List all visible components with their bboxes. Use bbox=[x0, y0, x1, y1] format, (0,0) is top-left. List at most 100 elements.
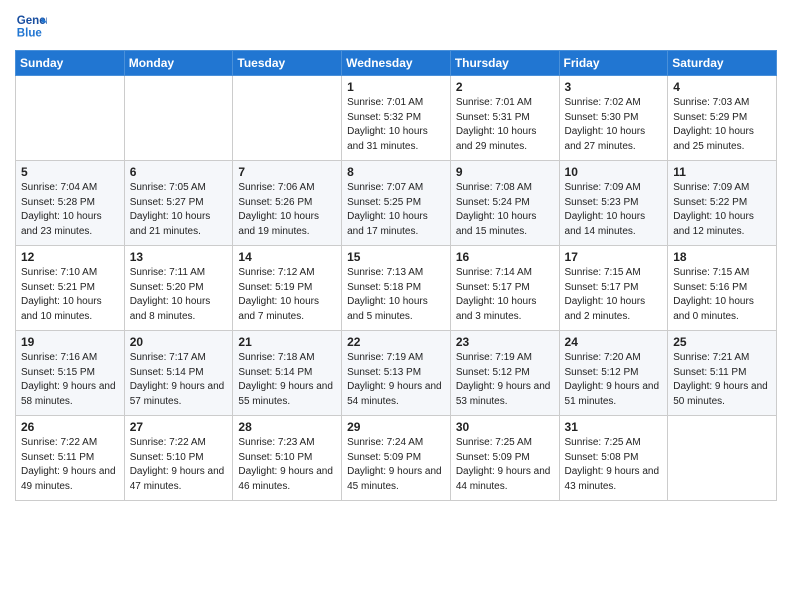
day-info: Sunrise: 7:22 AMSunset: 5:10 PMDaylight:… bbox=[130, 436, 228, 494]
day-info: Sunrise: 7:02 AMSunset: 5:30 PMDaylight:… bbox=[565, 96, 663, 154]
day-info: Sunrise: 7:17 AMSunset: 5:14 PMDaylight:… bbox=[130, 351, 228, 409]
calendar-cell: 17Sunrise: 7:15 AMSunset: 5:17 PMDayligh… bbox=[559, 246, 668, 331]
calendar-cell: 3 Sunrise: 7:02 AMSunset: 5:30 PMDaylight… bbox=[559, 76, 668, 161]
day-info: Sunrise: 7:07 AMSunset: 5:25 PMDaylight:… bbox=[347, 181, 445, 239]
day-info: Sunrise: 7:09 AMSunset: 5:23 PMDaylight:… bbox=[565, 181, 663, 239]
calendar-cell: 23Sunrise: 7:19 AMSunset: 5:12 PMDayligh… bbox=[450, 331, 559, 416]
calendar-cell: 26Sunrise: 7:22 AMSunset: 5:11 PMDayligh… bbox=[16, 416, 125, 501]
day-number: 1 bbox=[347, 80, 445, 94]
week-row-5: 26Sunrise: 7:22 AMSunset: 5:11 PMDayligh… bbox=[16, 416, 777, 501]
calendar-cell: 21 Sunrise: 7:18 AMSunset: 5:14 PMDayligh… bbox=[233, 331, 342, 416]
day-number: 12 bbox=[21, 250, 119, 264]
day-number: 3 bbox=[565, 80, 663, 94]
day-info: Sunrise: 7:20 AMSunset: 5:12 PMDaylight:… bbox=[565, 351, 663, 409]
day-number: 13 bbox=[130, 250, 228, 264]
calendar-cell bbox=[233, 76, 342, 161]
day-number: 16 bbox=[456, 250, 554, 264]
day-number: 2 bbox=[456, 80, 554, 94]
day-number: 4 bbox=[673, 80, 771, 94]
calendar-table: SundayMondayTuesdayWednesdayThursdayFrid… bbox=[15, 50, 777, 501]
calendar-cell: 14Sunrise: 7:12 AMSunset: 5:19 PMDayligh… bbox=[233, 246, 342, 331]
day-number: 18 bbox=[673, 250, 771, 264]
day-number: 8 bbox=[347, 165, 445, 179]
weekday-header-saturday: Saturday bbox=[668, 51, 777, 76]
calendar-cell: 10 Sunrise: 7:09 AMSunset: 5:23 PMDayligh… bbox=[559, 161, 668, 246]
day-info: Sunrise: 7:04 AMSunset: 5:28 PMDaylight:… bbox=[21, 181, 119, 239]
day-info: Sunrise: 7:16 AMSunset: 5:15 PMDaylight:… bbox=[21, 351, 119, 409]
day-number: 15 bbox=[347, 250, 445, 264]
day-info: Sunrise: 7:10 AMSunset: 5:21 PMDaylight:… bbox=[21, 266, 119, 324]
svg-text:Blue: Blue bbox=[17, 28, 43, 40]
day-number: 24 bbox=[565, 335, 663, 349]
calendar-cell: 12 Sunrise: 7:10 AMSunset: 5:21 PMDayligh… bbox=[16, 246, 125, 331]
calendar-cell: 9Sunrise: 7:08 AMSunset: 5:24 PMDaylight… bbox=[450, 161, 559, 246]
calendar-cell: 24 Sunrise: 7:20 AMSunset: 5:12 PMDayligh… bbox=[559, 331, 668, 416]
day-info: Sunrise: 7:11 AMSunset: 5:20 PMDaylight:… bbox=[130, 266, 228, 324]
calendar-cell: 25 Sunrise: 7:21 AMSunset: 5:11 PMDayligh… bbox=[668, 331, 777, 416]
day-number: 29 bbox=[347, 420, 445, 434]
weekday-header-friday: Friday bbox=[559, 51, 668, 76]
day-number: 31 bbox=[565, 420, 663, 434]
header: General Blue bbox=[15, 10, 777, 42]
day-info: Sunrise: 7:01 AMSunset: 5:32 PMDaylight:… bbox=[347, 96, 445, 154]
week-row-3: 12 Sunrise: 7:10 AMSunset: 5:21 PMDayligh… bbox=[16, 246, 777, 331]
day-info: Sunrise: 7:15 AMSunset: 5:16 PMDaylight:… bbox=[673, 266, 771, 324]
day-info: Sunrise: 7:15 AMSunset: 5:17 PMDaylight:… bbox=[565, 266, 663, 324]
day-number: 23 bbox=[456, 335, 554, 349]
weekday-header-monday: Monday bbox=[124, 51, 233, 76]
calendar-cell: 31 Sunrise: 7:25 AMSunset: 5:08 PMDayligh… bbox=[559, 416, 668, 501]
calendar-cell bbox=[16, 76, 125, 161]
day-info: Sunrise: 7:25 AMSunset: 5:08 PMDaylight:… bbox=[565, 436, 663, 494]
calendar-cell: 4 Sunrise: 7:03 AMSunset: 5:29 PMDaylight… bbox=[668, 76, 777, 161]
day-info: Sunrise: 7:01 AMSunset: 5:31 PMDaylight:… bbox=[456, 96, 554, 154]
week-row-4: 19 Sunrise: 7:16 AMSunset: 5:15 PMDayligh… bbox=[16, 331, 777, 416]
day-info: Sunrise: 7:24 AMSunset: 5:09 PMDaylight:… bbox=[347, 436, 445, 494]
calendar-cell: 11Sunrise: 7:09 AMSunset: 5:22 PMDayligh… bbox=[668, 161, 777, 246]
day-info: Sunrise: 7:05 AMSunset: 5:27 PMDaylight:… bbox=[130, 181, 228, 239]
day-number: 7 bbox=[238, 165, 336, 179]
calendar-cell: 6 Sunrise: 7:05 AMSunset: 5:27 PMDaylight… bbox=[124, 161, 233, 246]
calendar-cell: 1 Sunrise: 7:01 AMSunset: 5:32 PMDaylight… bbox=[342, 76, 451, 161]
day-info: Sunrise: 7:13 AMSunset: 5:18 PMDaylight:… bbox=[347, 266, 445, 324]
day-number: 28 bbox=[238, 420, 336, 434]
calendar-cell: 19 Sunrise: 7:16 AMSunset: 5:15 PMDayligh… bbox=[16, 331, 125, 416]
calendar-cell bbox=[668, 416, 777, 501]
calendar-cell: 30 Sunrise: 7:25 AMSunset: 5:09 PMDayligh… bbox=[450, 416, 559, 501]
weekday-header-thursday: Thursday bbox=[450, 51, 559, 76]
calendar-cell: 5 Sunrise: 7:04 AMSunset: 5:28 PMDaylight… bbox=[16, 161, 125, 246]
day-number: 27 bbox=[130, 420, 228, 434]
day-number: 19 bbox=[21, 335, 119, 349]
day-number: 6 bbox=[130, 165, 228, 179]
day-number: 21 bbox=[238, 335, 336, 349]
calendar-cell: 27 Sunrise: 7:22 AMSunset: 5:10 PMDayligh… bbox=[124, 416, 233, 501]
calendar-cell: 20 Sunrise: 7:17 AMSunset: 5:14 PMDayligh… bbox=[124, 331, 233, 416]
calendar-page: General Blue SundayMondayTuesdayWednesda… bbox=[0, 0, 792, 511]
weekday-header-row: SundayMondayTuesdayWednesdayThursdayFrid… bbox=[16, 51, 777, 76]
calendar-cell: 8 Sunrise: 7:07 AMSunset: 5:25 PMDaylight… bbox=[342, 161, 451, 246]
day-number: 11 bbox=[673, 165, 771, 179]
day-number: 30 bbox=[456, 420, 554, 434]
day-info: Sunrise: 7:19 AMSunset: 5:13 PMDaylight:… bbox=[347, 351, 445, 409]
day-info: Sunrise: 7:08 AMSunset: 5:24 PMDaylight:… bbox=[456, 181, 554, 239]
calendar-cell bbox=[124, 76, 233, 161]
calendar-cell: 15 Sunrise: 7:13 AMSunset: 5:18 PMDayligh… bbox=[342, 246, 451, 331]
day-info: Sunrise: 7:21 AMSunset: 5:11 PMDaylight:… bbox=[673, 351, 771, 409]
logo-icon: General Blue bbox=[15, 10, 47, 42]
weekday-header-wednesday: Wednesday bbox=[342, 51, 451, 76]
calendar-cell: 16 Sunrise: 7:14 AMSunset: 5:17 PMDayligh… bbox=[450, 246, 559, 331]
logo: General Blue bbox=[15, 10, 47, 42]
day-number: 20 bbox=[130, 335, 228, 349]
day-info: Sunrise: 7:25 AMSunset: 5:09 PMDaylight:… bbox=[456, 436, 554, 494]
calendar-cell: 22Sunrise: 7:19 AMSunset: 5:13 PMDayligh… bbox=[342, 331, 451, 416]
day-info: Sunrise: 7:14 AMSunset: 5:17 PMDaylight:… bbox=[456, 266, 554, 324]
day-number: 10 bbox=[565, 165, 663, 179]
calendar-cell: 29 Sunrise: 7:24 AMSunset: 5:09 PMDayligh… bbox=[342, 416, 451, 501]
day-info: Sunrise: 7:23 AMSunset: 5:10 PMDaylight:… bbox=[238, 436, 336, 494]
day-number: 5 bbox=[21, 165, 119, 179]
day-info: Sunrise: 7:03 AMSunset: 5:29 PMDaylight:… bbox=[673, 96, 771, 154]
calendar-cell: 13 Sunrise: 7:11 AMSunset: 5:20 PMDayligh… bbox=[124, 246, 233, 331]
day-info: Sunrise: 7:18 AMSunset: 5:14 PMDaylight:… bbox=[238, 351, 336, 409]
week-row-1: 1 Sunrise: 7:01 AMSunset: 5:32 PMDaylight… bbox=[16, 76, 777, 161]
day-number: 14 bbox=[238, 250, 336, 264]
day-number: 25 bbox=[673, 335, 771, 349]
